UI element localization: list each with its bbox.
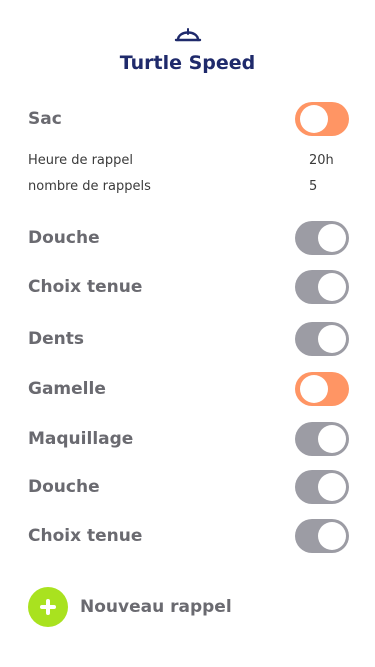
toggle-knob bbox=[300, 105, 328, 133]
reminder-row: Maquillage bbox=[28, 422, 349, 456]
reminder-toggle[interactable] bbox=[295, 221, 349, 255]
app-title: Turtle Speed bbox=[119, 52, 256, 74]
setting-label: nombre de rappels bbox=[28, 179, 151, 194]
reminder-toggle[interactable] bbox=[295, 519, 349, 553]
reminder-row: Dents bbox=[28, 322, 349, 356]
reminder-row: Choix tenue bbox=[28, 270, 349, 304]
toggle-knob bbox=[318, 522, 346, 550]
reminder-label: Choix tenue bbox=[28, 526, 143, 546]
setting-value: 5 bbox=[309, 179, 318, 194]
reminder-row: Choix tenue bbox=[28, 519, 349, 553]
toggle-knob bbox=[318, 325, 346, 353]
setting-row-heure[interactable]: Heure de rappel 20h bbox=[28, 153, 349, 168]
setting-row-nombre[interactable]: nombre de rappels 5 bbox=[28, 179, 349, 194]
reminder-label: Choix tenue bbox=[28, 277, 143, 297]
reminder-toggle[interactable] bbox=[295, 470, 349, 504]
reminder-label: Sac bbox=[28, 109, 62, 129]
setting-label: Heure de rappel bbox=[28, 153, 134, 168]
app-screen: Turtle Speed Sac Heure de rappel 20h nom… bbox=[0, 0, 375, 667]
reminder-toggle[interactable] bbox=[295, 270, 349, 304]
toggle-knob bbox=[300, 375, 328, 403]
reminder-row: Douche bbox=[28, 221, 349, 255]
reminder-toggle[interactable] bbox=[295, 422, 349, 456]
add-reminder-label[interactable]: Nouveau rappel bbox=[80, 597, 232, 617]
reminder-row: Douche bbox=[28, 470, 349, 504]
reminder-label: Douche bbox=[28, 228, 100, 248]
reminder-label: Maquillage bbox=[28, 429, 134, 449]
reminder-label: Gamelle bbox=[28, 379, 106, 399]
setting-value: 20h bbox=[309, 153, 334, 168]
reminder-label: Douche bbox=[28, 477, 100, 497]
reminder-label: Dents bbox=[28, 329, 84, 349]
plus-icon[interactable] bbox=[28, 587, 68, 627]
reminder-toggle[interactable] bbox=[295, 322, 349, 356]
toggle-knob bbox=[318, 224, 346, 252]
logo bbox=[0, 24, 375, 44]
reminder-row-sac: Sac bbox=[28, 102, 349, 136]
add-reminder-row[interactable]: Nouveau rappel bbox=[28, 587, 232, 627]
sac-toggle[interactable] bbox=[295, 102, 349, 136]
toggle-knob bbox=[318, 273, 346, 301]
toggle-knob bbox=[318, 473, 346, 501]
turtle-shell-icon bbox=[174, 28, 201, 42]
toggle-knob bbox=[318, 425, 346, 453]
reminder-toggle[interactable] bbox=[295, 372, 349, 406]
reminder-row: Gamelle bbox=[28, 372, 349, 406]
